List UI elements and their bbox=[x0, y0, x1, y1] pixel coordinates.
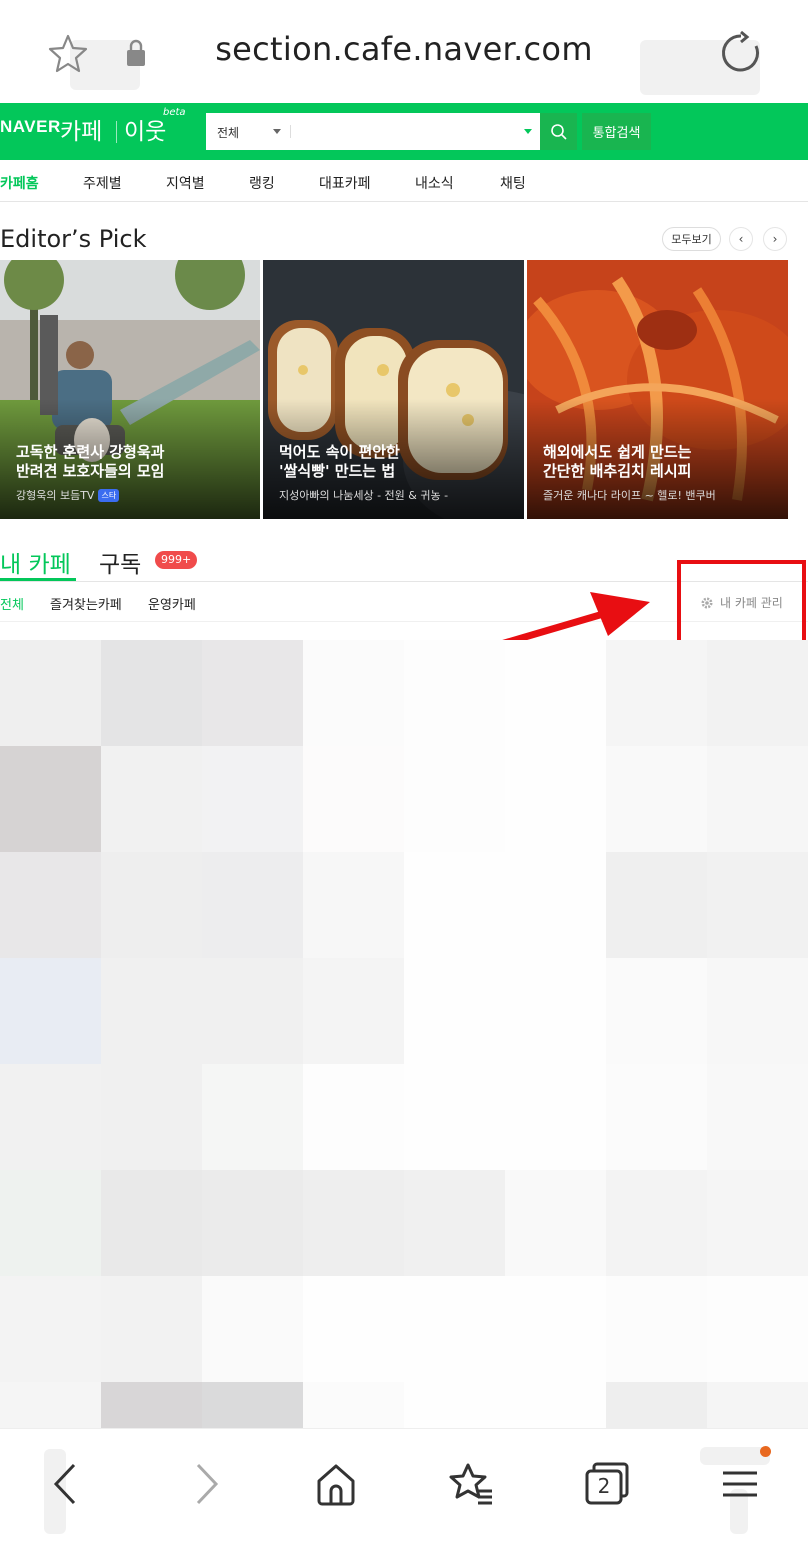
blurred-cafe-list bbox=[0, 640, 808, 1430]
home-icon[interactable] bbox=[309, 1457, 363, 1511]
browser-address-bar: section.cafe.naver.com bbox=[0, 0, 808, 103]
card-source-text: 강형욱의 보듬TV bbox=[16, 489, 95, 502]
reload-icon[interactable] bbox=[718, 30, 764, 76]
card-source: 즐거운 캐나다 라이프 ~ 헬로! 밴쿠버 bbox=[543, 489, 716, 502]
beta-label: beta bbox=[163, 107, 186, 118]
tab-count: 2 bbox=[597, 1474, 611, 1498]
tab-my-cafe[interactable]: 내 카페 bbox=[0, 545, 71, 579]
chevron-down-icon[interactable] bbox=[273, 129, 281, 134]
prev-button[interactable]: ‹ bbox=[729, 227, 753, 251]
bookmarks-icon[interactable] bbox=[444, 1457, 498, 1511]
subtab-favorites[interactable]: 즐겨찾는카페 bbox=[50, 594, 122, 613]
forward-icon[interactable] bbox=[178, 1457, 232, 1511]
neighbor-link[interactable]: 이웃 bbox=[124, 112, 166, 146]
naver-cafe-header: NAVER 카페 이웃 beta 전체 통합검색 bbox=[0, 103, 808, 160]
menu-icon[interactable] bbox=[713, 1457, 767, 1511]
search-button[interactable] bbox=[540, 113, 577, 150]
search-input[interactable] bbox=[298, 123, 513, 141]
card-title: 먹어도 속이 편안한 '쌀식빵' 만드는 법 bbox=[279, 443, 400, 480]
star-badge: 스타 bbox=[98, 489, 120, 502]
tab-featured-cafe[interactable]: 대표카페 bbox=[319, 173, 371, 193]
tabs-button[interactable]: 2 bbox=[578, 1457, 632, 1511]
tab-cafe-home[interactable]: 카페홈 bbox=[0, 173, 39, 193]
naver-logo[interactable]: NAVER bbox=[0, 117, 61, 137]
tab-ranking[interactable]: 랭킹 bbox=[249, 173, 275, 193]
browser-bottom-bar: 2 bbox=[0, 1428, 808, 1553]
card-title: 고독한 훈련사 강형욱과 반려견 보호자들의 모임 bbox=[16, 443, 165, 480]
main-nav: 카페홈 주제별 지역별 랭킹 대표카페 내소식 채팅 bbox=[0, 160, 808, 202]
next-button[interactable]: › bbox=[763, 227, 787, 251]
notification-dot bbox=[760, 1446, 771, 1457]
highlight-box bbox=[677, 560, 806, 644]
search-scope-select[interactable]: 전체 bbox=[217, 124, 239, 141]
card-source: 지성아빠의 나눔세상 - 전원 & 귀농 - bbox=[279, 489, 449, 502]
pick-card[interactable]: 고독한 훈련사 강형욱과 반려견 보호자들의 모임 강형욱의 보듬TV 스타 bbox=[0, 260, 260, 519]
editors-pick-title: Editor’s Pick bbox=[0, 225, 147, 253]
tab-by-region[interactable]: 지역별 bbox=[166, 173, 205, 193]
autocomplete-toggle-icon[interactable] bbox=[524, 129, 532, 134]
search-box: 전체 bbox=[206, 113, 540, 150]
pick-card[interactable]: 해외에서도 쉽게 만드는 간단한 배추김치 레시피 즐거운 캐나다 라이프 ~ … bbox=[527, 260, 788, 519]
search-divider bbox=[290, 125, 291, 138]
card-title: 해외에서도 쉽게 만드는 간단한 배추김치 레시피 bbox=[543, 443, 692, 480]
cafe-logo-text[interactable]: 카페 bbox=[60, 112, 102, 146]
tab-by-topic[interactable]: 주제별 bbox=[83, 173, 122, 193]
back-icon[interactable] bbox=[40, 1457, 94, 1511]
subtab-all[interactable]: 전체 bbox=[0, 594, 24, 613]
pick-card[interactable]: 먹어도 속이 편안한 '쌀식빵' 만드는 법 지성아빠의 나눔세상 - 전원 &… bbox=[263, 260, 524, 519]
tab-subscribe[interactable]: 구독 bbox=[99, 545, 141, 579]
active-tab-underline bbox=[0, 578, 76, 581]
tab-my-news[interactable]: 내소식 bbox=[415, 173, 454, 193]
integrated-search-button[interactable]: 통합검색 bbox=[582, 113, 651, 150]
header-divider bbox=[116, 121, 117, 143]
subtab-managed[interactable]: 운영카페 bbox=[148, 594, 196, 613]
tab-chat[interactable]: 채팅 bbox=[500, 173, 526, 193]
subscribe-count-badge: 999+ bbox=[155, 551, 198, 569]
url-text[interactable]: section.cafe.naver.com bbox=[0, 30, 808, 68]
card-source: 강형욱의 보듬TV 스타 bbox=[16, 487, 120, 503]
view-all-button[interactable]: 모두보기 bbox=[662, 227, 721, 251]
search-icon bbox=[550, 123, 567, 140]
